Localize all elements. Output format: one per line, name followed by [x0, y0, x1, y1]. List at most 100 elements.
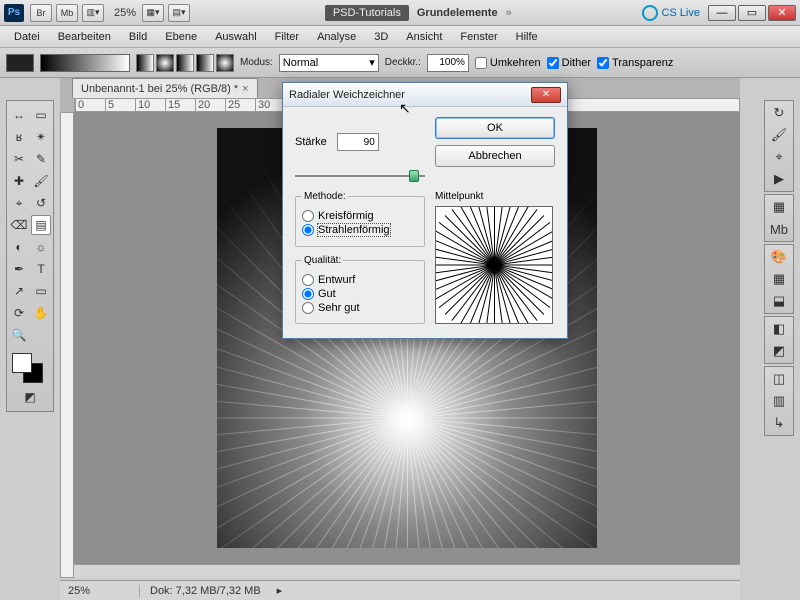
menu-filter[interactable]: Filter	[267, 28, 307, 46]
gradient-radial-icon[interactable]	[156, 54, 174, 72]
menu-ansicht[interactable]: Ansicht	[398, 28, 450, 46]
foreground-color-swatch[interactable]	[12, 353, 32, 373]
magic-wand-tool[interactable]: ✴	[31, 127, 51, 147]
method-group: Methode: Kreisförmig Strahlenförmig	[295, 191, 425, 247]
arrange-button[interactable]: ▦▾	[142, 4, 164, 22]
reverse-label: Umkehren	[490, 57, 541, 69]
document-tab[interactable]: Unbenannt-1 bei 25% (RGB/8) * ×	[72, 78, 258, 98]
blur-tool[interactable]: ◐	[9, 237, 29, 257]
menu-bearbeiten[interactable]: Bearbeiten	[50, 28, 119, 46]
eraser-tool[interactable]: ⌫	[9, 215, 29, 235]
gradient-reflected-icon[interactable]	[196, 54, 214, 72]
swatches-panel-icon[interactable]: ▦	[769, 270, 789, 288]
workspace-overflow-icon[interactable]: »	[506, 7, 512, 19]
ok-button[interactable]: OK	[435, 117, 555, 139]
menu-bar: Datei Bearbeiten Bild Ebene Auswahl Filt…	[0, 26, 800, 48]
menu-ebene[interactable]: Ebene	[157, 28, 205, 46]
horizontal-scrollbar[interactable]	[74, 564, 740, 578]
brush-panel-icon[interactable]: 🖌	[769, 126, 789, 144]
bridge-button[interactable]: Br	[30, 4, 52, 22]
lasso-tool[interactable]: ʁ	[9, 127, 29, 147]
transparency-checkbox[interactable]: Transparenz	[597, 57, 673, 69]
method-zoom-radio[interactable]: Strahlenförmig	[302, 224, 418, 236]
cancel-button[interactable]: Abbrechen	[435, 145, 555, 167]
menu-hilfe[interactable]: Hilfe	[508, 28, 546, 46]
amount-slider[interactable]	[295, 171, 425, 183]
minibridge-panel-icon[interactable]: Mb	[769, 220, 789, 238]
actions-panel-icon[interactable]: ▶	[769, 170, 789, 188]
eyedropper-tool[interactable]: ✎	[31, 149, 51, 169]
title-bar: Ps Br Mb ▥▾ 25% ▦▾ ▤▾ PSD-Tutorials Grun…	[0, 0, 800, 26]
layers-panel-icon[interactable]: ◫	[769, 370, 789, 388]
dodge-tool[interactable]: ☼	[31, 237, 51, 257]
workspace-name[interactable]: Grundelemente	[417, 7, 498, 19]
move-tool[interactable]: ↔	[9, 105, 29, 125]
path-select-tool[interactable]: ↗	[9, 281, 29, 301]
quality-best-radio[interactable]: Sehr gut	[302, 302, 418, 314]
window-maximize-button[interactable]: ▭	[738, 5, 766, 21]
center-preview-group: Mittelpunkt	[435, 191, 555, 324]
status-doc-info[interactable]: Dok: 7,32 MB/7,32 MB	[140, 585, 271, 597]
quality-draft-radio[interactable]: Entwurf	[302, 274, 418, 286]
menu-datei[interactable]: Datei	[6, 28, 48, 46]
type-tool[interactable]: T	[31, 259, 51, 279]
brush-tool[interactable]: 🖌	[31, 171, 51, 191]
close-tab-icon[interactable]: ×	[242, 83, 248, 95]
quality-good-radio[interactable]: Gut	[302, 288, 418, 300]
marquee-tool[interactable]: ▭	[31, 105, 51, 125]
color-panel-icon[interactable]: 🎨	[769, 248, 789, 266]
quick-mask-toggle[interactable]: ◩	[20, 387, 40, 407]
status-menu-icon[interactable]: ▸	[271, 584, 289, 597]
status-zoom[interactable]: 25%	[60, 585, 140, 597]
crop-tool[interactable]: ✂	[9, 149, 29, 169]
dither-checkbox[interactable]: Dither	[547, 57, 591, 69]
zoom-tool[interactable]: 🔍	[9, 325, 29, 345]
dialog-titlebar[interactable]: Radialer Weichzeichner ✕	[283, 83, 567, 107]
rotate-view-tool[interactable]: ⟳	[9, 303, 29, 323]
channels-panel-icon[interactable]: ▥	[769, 392, 789, 410]
window-close-button[interactable]: ✕	[768, 5, 796, 21]
slider-thumb-icon[interactable]	[409, 170, 419, 182]
paths-panel-icon[interactable]: ↳	[769, 414, 789, 432]
zoom-display[interactable]: 25%	[114, 7, 136, 19]
gradient-linear-icon[interactable]	[136, 54, 154, 72]
amount-input[interactable]	[337, 133, 379, 151]
shape-tool[interactable]: ▭	[31, 281, 51, 301]
method-legend: Methode:	[302, 191, 348, 202]
reverse-checkbox[interactable]: Umkehren	[475, 57, 541, 69]
menu-bild[interactable]: Bild	[121, 28, 155, 46]
adjustments-panel-icon[interactable]: ◧	[769, 320, 789, 338]
app-logo: Ps	[4, 4, 24, 22]
stamp-tool[interactable]: ⌖	[9, 193, 29, 213]
menu-3d[interactable]: 3D	[366, 28, 396, 46]
minibridge-button[interactable]: Mb	[56, 4, 78, 22]
blur-center-preview[interactable]	[435, 206, 553, 324]
blend-mode-dropdown[interactable]: Normal▾	[279, 54, 379, 72]
gradient-diamond-icon[interactable]	[216, 54, 234, 72]
hand-tool[interactable]: ✋	[31, 303, 51, 323]
cs-live-button[interactable]: CS Live	[642, 5, 700, 21]
gradient-angle-icon[interactable]	[176, 54, 194, 72]
styles-panel-icon[interactable]: ⬓	[769, 292, 789, 310]
gradient-tool[interactable]: ▤	[31, 215, 51, 235]
foreground-background-colors[interactable]	[9, 351, 51, 385]
gradient-picker[interactable]	[40, 54, 130, 72]
masks-panel-icon[interactable]: ◩	[769, 342, 789, 360]
dialog-close-button[interactable]: ✕	[531, 87, 561, 103]
screen-mode-button[interactable]: ▥▾	[82, 4, 104, 22]
clone-panel-icon[interactable]: ⌖	[769, 148, 789, 166]
window-minimize-button[interactable]: —	[708, 5, 736, 21]
pen-tool[interactable]: ✒	[9, 259, 29, 279]
history-panel-icon[interactable]: ↻	[769, 104, 789, 122]
panel-icon[interactable]: ▦	[769, 198, 789, 216]
workspace-tag[interactable]: PSD-Tutorials	[325, 5, 409, 21]
heal-tool[interactable]: ✚	[9, 171, 29, 191]
menu-auswahl[interactable]: Auswahl	[207, 28, 265, 46]
history-brush-tool[interactable]: ↺	[31, 193, 51, 213]
menu-analyse[interactable]: Analyse	[309, 28, 364, 46]
tool-preset-picker[interactable]	[6, 54, 34, 72]
opacity-input[interactable]: 100%	[427, 54, 469, 72]
menu-fenster[interactable]: Fenster	[452, 28, 505, 46]
extras-button[interactable]: ▤▾	[168, 4, 190, 22]
method-spin-radio[interactable]: Kreisförmig	[302, 210, 418, 222]
